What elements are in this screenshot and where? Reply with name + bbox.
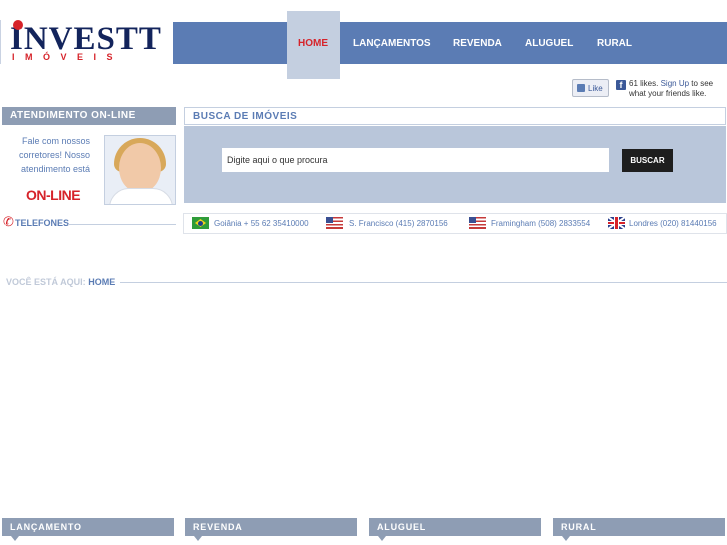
search-button[interactable]: BUSCAR [622,149,673,172]
caret-down-icon [562,536,570,541]
brazil-flag-icon [192,217,209,229]
busca-header: BUSCA DE IMÓVEIS [184,107,726,125]
facebook-like-button[interactable]: Like [572,79,609,97]
logo-divider [0,20,1,64]
telefones-divider [68,224,176,225]
main-nav [173,22,727,64]
logo-wordmark: INVESTT [10,21,162,57]
thumbs-up-icon [577,84,585,92]
atendimento-header: ATENDIMENTO ON-LINE [2,107,176,125]
caret-down-icon [194,536,202,541]
bottom-tab-revenda[interactable]: REVENDA [185,518,357,541]
nav-rural[interactable]: RURAL [597,38,632,49]
caret-down-icon [11,536,19,541]
phone-san-francisco: S. Francisco (415) 2870156 [349,219,448,228]
nav-home[interactable]: HOME [298,38,328,49]
atendimento-text: Fale com nossos corretores! Nosso atendi… [18,136,90,174]
phone-londres: Londres (020) 81440156 [629,219,717,228]
phone-framingham: Framingham (508) 2833554 [491,219,591,228]
telefones-label: TELEFONES [15,218,70,228]
breadcrumb: VOCÊ ESTÁ AQUI: HOME [6,277,116,287]
nav-lancamentos[interactable]: LANÇAMENTOS [353,38,431,49]
online-status-link[interactable]: ON-LINE [26,187,81,203]
logo-subtitle: IMÓVEIS [12,52,124,62]
bottom-tab-lancamento[interactable]: LANÇAMENTO [2,518,174,541]
search-input[interactable]: Digite aqui o que procura [222,148,609,172]
site-logo[interactable]: INVESTT IMÓVEIS [10,20,165,64]
usa-flag-icon [326,217,343,229]
nav-aluguel[interactable]: ALUGUEL [525,38,573,49]
phone-icon: ✆ [3,214,14,229]
nav-revenda[interactable]: REVENDA [453,38,502,49]
facebook-like-summary: 61 likes. Sign Up to see what your frien… [629,79,714,98]
bottom-tab-aluguel[interactable]: ALUGUEL [369,518,541,541]
breadcrumb-divider [120,282,727,283]
uk-flag-icon [608,217,625,229]
attendant-photo[interactable] [104,135,176,205]
logo-dot-icon [13,20,23,30]
facebook-signup-link[interactable]: Sign Up [661,79,689,88]
bottom-tab-rural[interactable]: RURAL [553,518,725,541]
caret-down-icon [378,536,386,541]
usa-flag-icon [469,217,486,229]
facebook-icon: f [616,80,626,90]
phone-goiania: Goiânia + 55 62 35410000 [214,219,309,228]
breadcrumb-home-link[interactable]: HOME [88,277,115,287]
